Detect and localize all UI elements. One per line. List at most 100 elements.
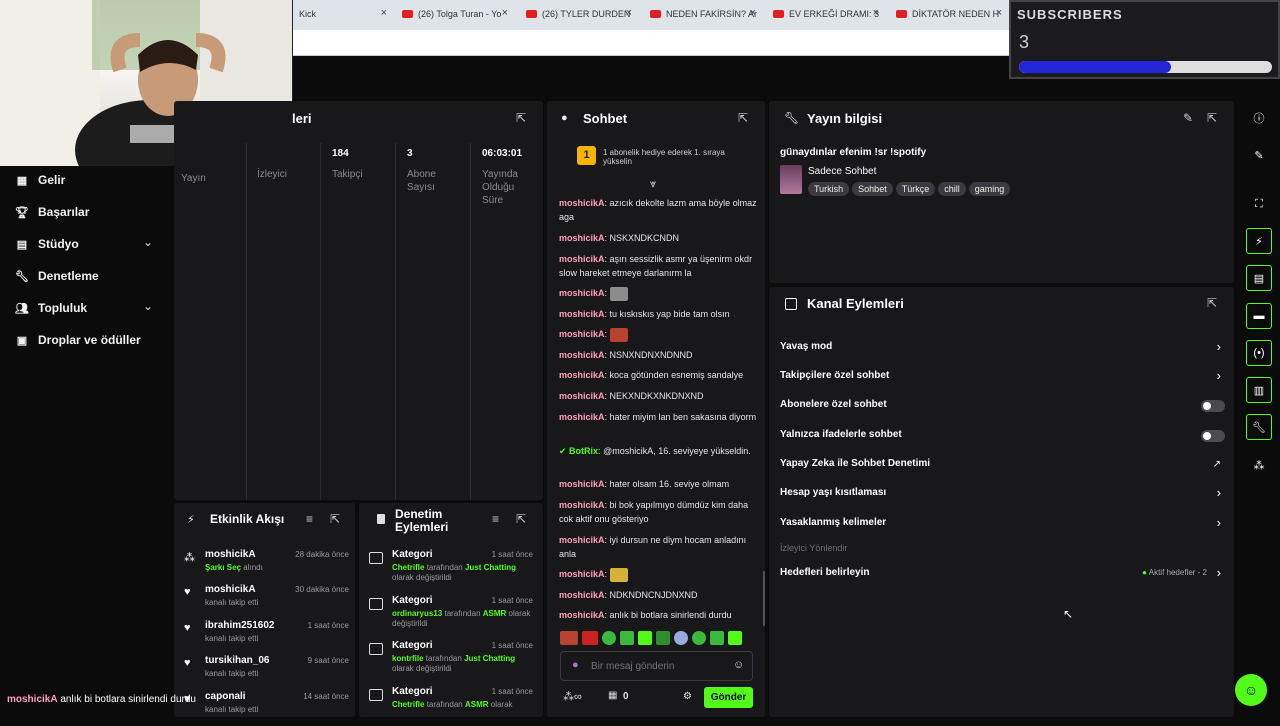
mod-action-item[interactable]: Kategori 1 saat önce ordinaryus13 tarafınd… xyxy=(369,595,533,635)
chat-username[interactable]: moshicikA xyxy=(559,198,605,208)
emote-icon[interactable] xyxy=(582,631,598,645)
pin-toggle-icon[interactable]: ⩔ xyxy=(650,178,656,191)
activity-item[interactable]: ♥ tursikihan_06 9 saat önce kanalı takip et… xyxy=(184,655,349,685)
browser-tab[interactable]: (26) TYLER DURDEN × xyxy=(520,3,638,25)
info-icon[interactable]: ⓘ xyxy=(1246,105,1272,131)
lightning-icon[interactable]: ⚡︎ xyxy=(1246,228,1272,254)
sidebar-item-gelir[interactable]: ▦ Gelir xyxy=(16,173,66,187)
emote-icon[interactable] xyxy=(560,631,578,645)
browser-tab[interactable]: EV ERKEĞİ DRAMI: 3 × xyxy=(767,3,885,25)
emote-icon[interactable] xyxy=(710,631,724,645)
tag-chip[interactable]: chill xyxy=(938,182,966,196)
chat-username[interactable]: moshicikA xyxy=(559,370,605,380)
chat-username[interactable]: moshicikA xyxy=(559,350,605,360)
sidebar-item-basarilar[interactable]: 🏆︎ Başarılar xyxy=(15,205,89,219)
emoji-icon[interactable]: ☺ xyxy=(733,659,744,671)
channel-action-row[interactable]: Abonelere özel sohbet xyxy=(780,399,1225,417)
activity-item[interactable]: ⁂ moshicikA 28 dakika önce Şarkı Seç alındı xyxy=(184,549,349,579)
channel-action-row[interactable]: Hesap yaşı kısıtlaması › xyxy=(780,485,1225,505)
filter-icon[interactable]: ≡ xyxy=(492,512,499,526)
chat-username[interactable]: moshicikA xyxy=(559,569,605,579)
chat-input[interactable] xyxy=(591,658,731,674)
chat-username[interactable]: moshicikA xyxy=(559,479,605,489)
sidebar-item-studyo[interactable]: ▤ Stüdyo xyxy=(16,237,79,251)
emote-icon[interactable] xyxy=(674,631,688,645)
broadcast-icon[interactable]: (•) xyxy=(1246,340,1272,366)
chat-username[interactable]: moshicikA xyxy=(559,590,605,600)
points-icon[interactable]: ⁂∞ xyxy=(563,690,582,703)
set-goals-row[interactable]: Hedefleri belirleyin ● Aktif hedefler - … xyxy=(780,565,1225,585)
tag-chip[interactable]: Sohbet xyxy=(852,182,893,196)
popout-icon[interactable]: ⇱ xyxy=(1207,111,1217,125)
tag-chip[interactable]: gaming xyxy=(968,182,1011,196)
scrollbar[interactable] xyxy=(763,571,765,626)
channel-action-row[interactable]: Yalnızca ifadelerle sohbet xyxy=(780,429,1225,447)
tag-chip[interactable]: Türkçe xyxy=(895,182,936,196)
activity-item[interactable]: ♥ ibrahim251602 1 saat önce kanalı takip et… xyxy=(184,620,349,650)
filter-icon[interactable]: ≡ xyxy=(306,512,313,526)
settings-gear-icon[interactable]: ⚙ xyxy=(683,691,692,702)
store-icon[interactable]: ▦ xyxy=(608,690,617,701)
chat-username[interactable]: moshicikA xyxy=(559,288,605,298)
mod-action-item[interactable]: Kategori 1 saat önce kontrfile tarafından … xyxy=(369,640,533,680)
chat-username[interactable]: moshicikA xyxy=(559,233,605,243)
chat-bubble-icon[interactable]: ▬ xyxy=(1246,303,1272,329)
support-chat-icon[interactable]: ☺ xyxy=(1235,674,1267,706)
browser-tab[interactable]: Kick × xyxy=(293,3,393,25)
chat-username[interactable]: moshicikA xyxy=(559,329,605,339)
activity-item[interactable]: ♥ caponali 14 saat önce kanalı takip etti xyxy=(184,691,349,721)
close-tab-icon[interactable]: × xyxy=(873,7,879,19)
channel-action-row[interactable]: Takipçilere özel sohbet › xyxy=(780,368,1225,388)
popout-icon[interactable]: ⇱ xyxy=(516,111,526,125)
chat-username[interactable]: moshicikA xyxy=(559,500,605,510)
edit-pencil-icon[interactable]: ✎ xyxy=(1246,142,1272,168)
external-link-icon[interactable]: ↗ xyxy=(1213,459,1221,470)
popout-icon[interactable]: ⇱ xyxy=(1207,296,1217,310)
chat-username[interactable]: moshicikA xyxy=(559,309,605,319)
sidebar-item-topluluk[interactable]: 👥︎ Topluluk xyxy=(15,301,87,315)
edit-pencil-icon[interactable]: ✎ xyxy=(1183,111,1193,125)
expand-icon[interactable]: ⛶ xyxy=(1246,191,1272,217)
wrench-icon[interactable]: 🔧︎ xyxy=(1246,414,1272,440)
chat-username[interactable]: moshicikA xyxy=(559,610,605,620)
close-tab-icon[interactable]: × xyxy=(626,7,632,19)
emote-icon[interactable] xyxy=(692,631,706,645)
popout-icon[interactable]: ⇱ xyxy=(516,512,526,526)
mod-action-item[interactable]: Kategori 1 saat önce Chetrifle tarafından … xyxy=(369,686,533,726)
browser-tab[interactable]: DİKTATÖR NEDEN H × xyxy=(890,3,1008,25)
microphone-icon[interactable]: ● xyxy=(572,659,579,671)
emote-icon[interactable] xyxy=(620,631,634,645)
tag-chip[interactable]: Turkish xyxy=(808,182,850,196)
close-tab-icon[interactable]: × xyxy=(502,7,508,19)
activity-item[interactable]: ♥ moshicikA 30 dakika önce kanalı takip ett… xyxy=(184,584,349,614)
close-tab-icon[interactable]: × xyxy=(750,7,756,19)
close-tab-icon[interactable]: × xyxy=(996,7,1002,19)
emote-icon[interactable] xyxy=(728,631,742,645)
chat-username[interactable]: moshicikA xyxy=(559,412,605,422)
browser-tab[interactable]: (26) Tolga Turan - Yo × xyxy=(396,3,514,25)
chat-username[interactable]: moshicikA xyxy=(559,535,605,545)
close-tab-icon[interactable]: × xyxy=(381,7,387,19)
toggle-switch[interactable] xyxy=(1201,430,1225,442)
chevron-down-icon[interactable]: ⌄ xyxy=(143,299,153,313)
emote-icon[interactable] xyxy=(656,631,670,645)
browser-tab[interactable]: NEDEN FAKİRSİN? Ar × xyxy=(644,3,762,25)
document-icon[interactable]: ▤ xyxy=(1246,265,1272,291)
channel-actions-icon[interactable]: ▥ xyxy=(1246,377,1272,403)
channel-action-row[interactable]: Yavaş mod › xyxy=(780,339,1225,359)
emote-icon[interactable] xyxy=(638,631,652,645)
chat-input-box[interactable]: ● ☺ xyxy=(560,651,753,681)
channel-action-row[interactable]: Yasaklanmış kelimeler › xyxy=(780,515,1225,535)
chat-username[interactable]: BotRix xyxy=(569,446,598,456)
users-icon[interactable]: ⁂ xyxy=(1246,452,1272,478)
mod-action-item[interactable]: Kategori 1 saat önce Chetrifle tarafından … xyxy=(369,549,533,589)
popout-icon[interactable]: ⇱ xyxy=(330,512,340,526)
chevron-down-icon[interactable]: ⌄ xyxy=(143,235,153,249)
channel-action-row[interactable]: Yapay Zeka ile Sohbet Denetimi ↗ xyxy=(780,458,1225,476)
chat-username[interactable]: moshicikA xyxy=(559,254,605,264)
popout-icon[interactable]: ⇱ xyxy=(738,111,748,125)
send-button[interactable]: Gönder xyxy=(704,687,753,708)
sidebar-item-denetleme[interactable]: 🔧︎ Denetleme xyxy=(15,269,99,283)
emote-icon[interactable] xyxy=(602,631,616,645)
chat-username[interactable]: moshicikA xyxy=(559,391,605,401)
